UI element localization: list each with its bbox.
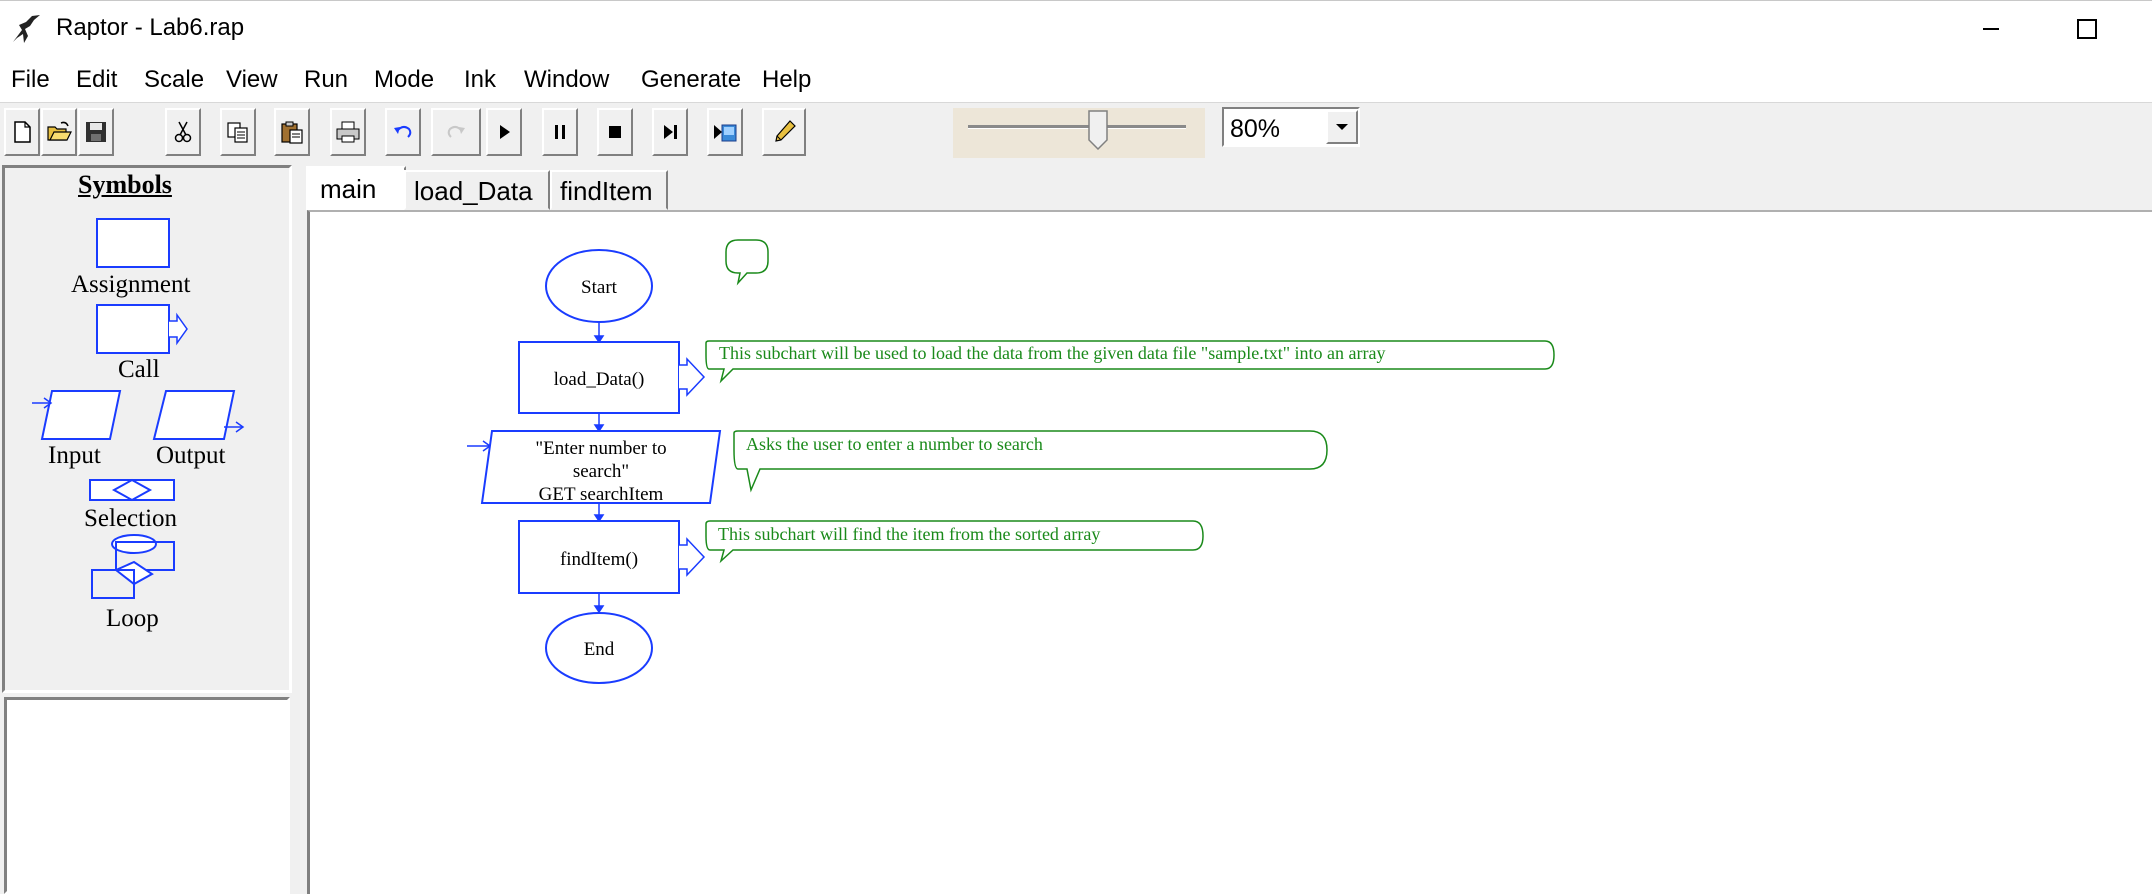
copy-button[interactable] <box>220 108 256 156</box>
menu-ink[interactable]: Ink <box>464 66 496 94</box>
run-to-completion-icon <box>714 124 737 142</box>
menu-scale[interactable]: Scale <box>144 66 204 94</box>
arrow-head <box>593 605 605 614</box>
chevron-down-icon <box>1336 124 1348 130</box>
maximize-icon <box>2077 19 2097 39</box>
selection-symbol[interactable] <box>88 474 178 504</box>
save-button[interactable] <box>78 108 114 156</box>
menu-window[interactable]: Window <box>524 66 609 94</box>
menu-run[interactable]: Run <box>304 66 348 94</box>
menu-view[interactable]: View <box>226 66 278 94</box>
call-symbol[interactable] <box>95 303 190 355</box>
call-arrow <box>679 357 706 397</box>
assignment-label: Assignment <box>71 271 191 298</box>
flowchart: Start load_Data() This subchart will be … <box>467 239 1555 684</box>
loop-label: Loop <box>106 605 159 632</box>
pause-icon <box>555 125 565 139</box>
call-load-data-label: load_Data() <box>554 369 645 390</box>
save-icon <box>86 122 106 142</box>
selection-label: Selection <box>84 505 178 532</box>
input-text-line3: GET searchItem <box>539 484 664 505</box>
minimize-icon <box>1983 28 1999 30</box>
zoom-slider[interactable] <box>953 108 1205 158</box>
open-button[interactable] <box>41 108 77 156</box>
print-button[interactable] <box>330 108 366 156</box>
new-icon <box>14 121 31 143</box>
splitter[interactable] <box>295 165 303 894</box>
comment-find-item-text: This subchart will find the item from th… <box>718 524 1100 544</box>
redo-button[interactable] <box>431 108 481 156</box>
call-find-item-label: findItem() <box>560 549 638 570</box>
step-icon <box>664 125 677 139</box>
loop-symbol[interactable] <box>90 534 180 600</box>
menu-generate[interactable]: Generate <box>641 66 741 94</box>
tab-find-item[interactable]: findItem <box>550 170 668 210</box>
run-to-completion-button[interactable] <box>707 108 743 156</box>
title-bar <box>0 0 2152 59</box>
stop-button[interactable] <box>597 108 633 156</box>
pen-button[interactable] <box>762 108 806 156</box>
zoom-value: 80% <box>1230 115 1281 143</box>
assignment-symbol[interactable] <box>95 217 175 269</box>
cut-button[interactable] <box>165 108 201 156</box>
tab-main[interactable]: main <box>306 166 406 210</box>
pause-button[interactable] <box>542 108 578 156</box>
play-icon <box>500 125 510 139</box>
menu-mode[interactable]: Mode <box>374 66 434 94</box>
input-text-line1: "Enter number to <box>535 438 666 459</box>
paste-icon <box>281 121 303 144</box>
call-label: Call <box>118 356 160 383</box>
start-label: Start <box>581 277 618 298</box>
play-button[interactable] <box>486 108 522 156</box>
input-symbol[interactable] <box>30 389 122 441</box>
copy-icon <box>227 122 248 143</box>
new-button[interactable] <box>4 108 40 156</box>
comment-input-text: Asks the user to enter a number to searc… <box>746 434 1043 454</box>
menu-help[interactable]: Help <box>762 66 811 94</box>
end-label: End <box>584 639 615 660</box>
paste-button[interactable] <box>274 108 310 156</box>
watch-panel[interactable] <box>4 697 290 894</box>
window-title: Raptor - Lab6.rap <box>56 14 245 41</box>
undo-button[interactable] <box>385 108 421 156</box>
maximize-button[interactable] <box>2040 8 2130 50</box>
zoom-dropdown-button[interactable] <box>1326 110 1358 144</box>
call-arrow <box>679 537 706 577</box>
minimize-button[interactable] <box>1955 8 2035 50</box>
print-icon <box>336 121 360 143</box>
comment-load-data-text: This subchart will be used to load the d… <box>719 343 1386 363</box>
open-icon <box>47 121 72 141</box>
raptor-icon <box>13 15 40 43</box>
undo-icon <box>394 125 412 138</box>
output-symbol[interactable] <box>152 389 246 441</box>
input-text-line2: search" <box>573 461 629 482</box>
pen-icon <box>775 120 796 142</box>
empty-comment-bubble[interactable] <box>725 239 769 286</box>
menu-edit[interactable]: Edit <box>76 66 117 94</box>
output-label: Output <box>156 442 226 469</box>
redo-icon <box>447 125 465 138</box>
stop-icon <box>609 126 621 138</box>
slider-thumb[interactable] <box>1088 110 1108 150</box>
tab-load-data[interactable]: load_Data <box>404 170 550 210</box>
menu-bar: File Edit Scale View Run Mode Ink Window… <box>0 58 2152 103</box>
menu-file[interactable]: File <box>11 66 50 94</box>
input-label: Input <box>48 442 101 469</box>
slider-track <box>968 125 1186 129</box>
step-button[interactable] <box>652 108 688 156</box>
cut-icon <box>174 121 192 143</box>
symbols-title: Symbols <box>78 170 172 199</box>
